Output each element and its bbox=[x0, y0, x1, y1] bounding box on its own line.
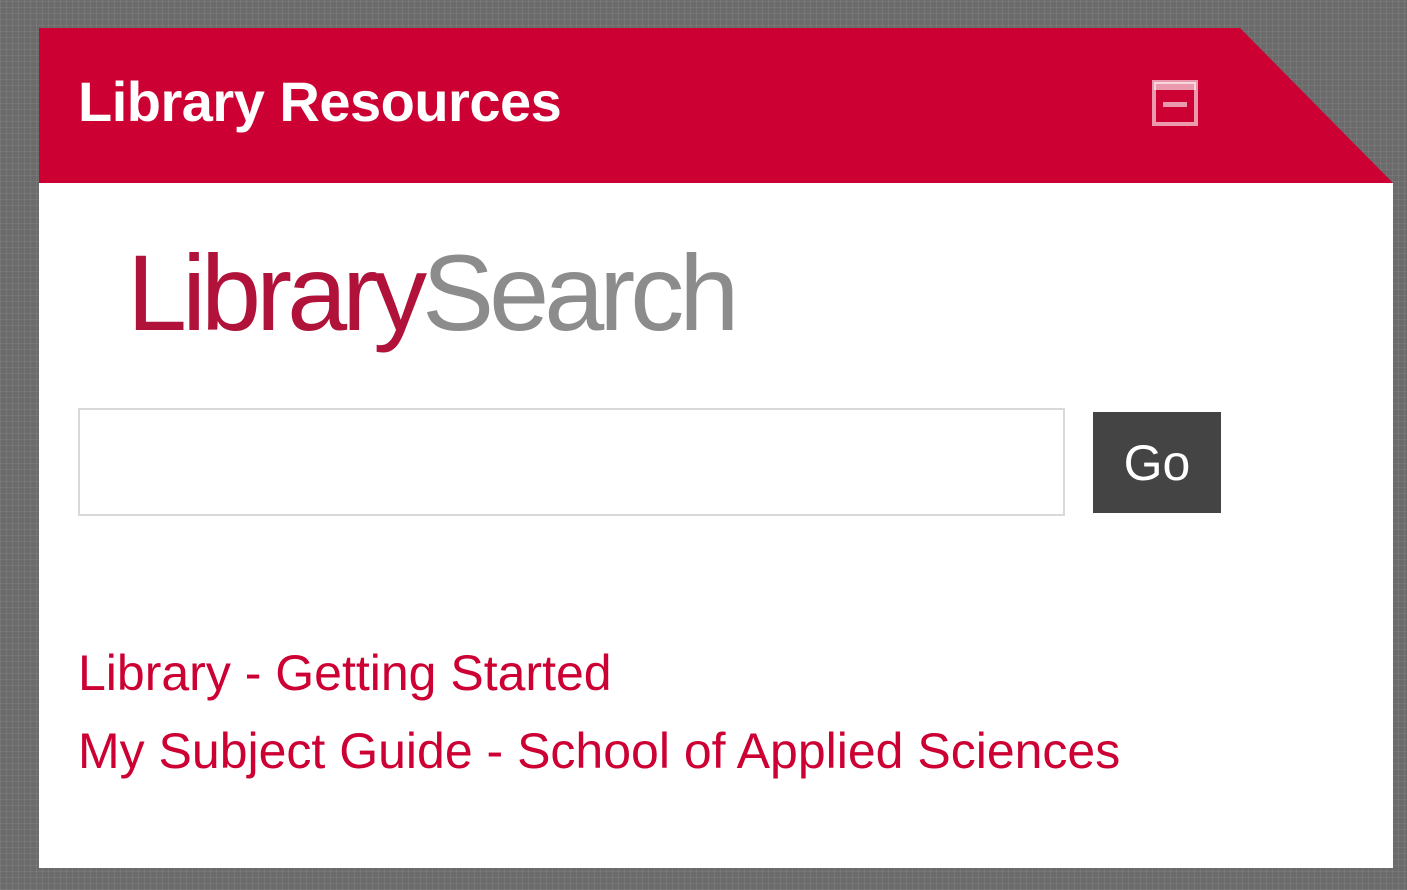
logo-text-search: Search bbox=[422, 232, 739, 353]
librarysearch-logo: LibrarySearch bbox=[127, 232, 739, 353]
go-button[interactable]: Go bbox=[1093, 412, 1221, 513]
list-item: My Subject Guide - School of Applied Sci… bbox=[78, 721, 1120, 799]
link-library-getting-started[interactable]: Library - Getting Started bbox=[78, 645, 612, 701]
block-title: Library Resources bbox=[78, 70, 562, 133]
resource-links: Library - Getting Started My Subject Gui… bbox=[78, 643, 1120, 799]
logo-text-library: Library bbox=[127, 232, 427, 353]
block-body: LibrarySearch Go Library - Getting Start… bbox=[39, 183, 1393, 868]
link-subject-guide[interactable]: My Subject Guide - School of Applied Sci… bbox=[78, 723, 1120, 779]
minimize-box-icon bbox=[1152, 80, 1198, 126]
list-item: Library - Getting Started bbox=[78, 643, 1120, 721]
search-input[interactable] bbox=[78, 408, 1065, 516]
block-header: Library Resources bbox=[39, 28, 1393, 183]
library-resources-block: Library Resources LibrarySearch Go Libra… bbox=[39, 28, 1393, 868]
collapse-block-button[interactable] bbox=[1152, 80, 1198, 126]
